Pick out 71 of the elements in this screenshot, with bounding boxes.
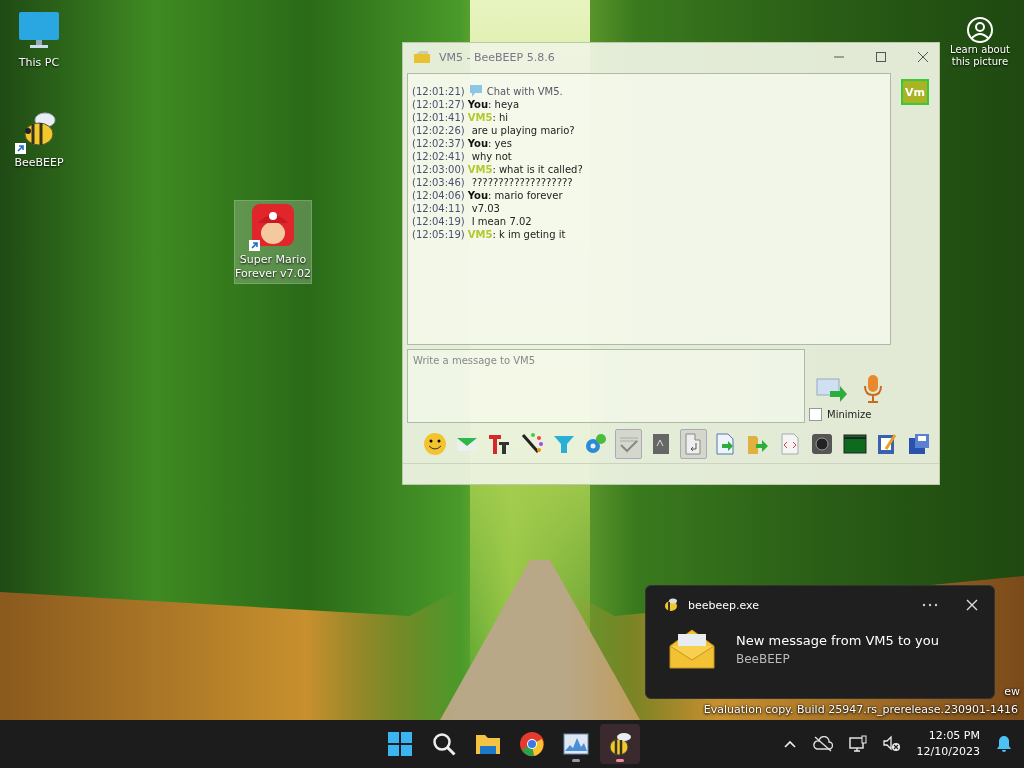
learn-about-picture-icon[interactable]: Learn about this picture	[944, 16, 1016, 68]
message-text: why not	[471, 150, 512, 163]
build-notice: ew	[1004, 685, 1020, 698]
bee-app-button[interactable]	[600, 724, 640, 764]
app-name: beebeep.exe	[688, 598, 760, 612]
notification-title: New message from VM5 to you	[736, 632, 939, 648]
app-icon	[607, 731, 633, 757]
message-text: are u playing mario?	[471, 124, 575, 137]
smiley-icon	[422, 432, 447, 456]
icon-label: This PC	[18, 56, 60, 70]
network-icon[interactable]	[848, 735, 867, 753]
message-time: (12:01:27)	[412, 98, 465, 111]
desktop-icon[interactable]: This PC	[1, 8, 77, 72]
bell-icon[interactable]	[996, 735, 1012, 753]
game-icon	[251, 203, 295, 247]
message-text: I mean 7.02	[471, 215, 532, 228]
speech-bubble-icon	[467, 84, 484, 98]
webcam-icon	[810, 432, 835, 456]
clock-date: 12/10/2023	[916, 744, 980, 760]
message-time: (12:04:06)	[412, 189, 465, 202]
message-time: (12:01:21)	[412, 84, 465, 98]
speaker-muted-icon[interactable]	[882, 735, 901, 753]
monitor-icon	[17, 10, 61, 50]
desktop-icon[interactable]: BeeBEEP	[1, 108, 77, 172]
app-icon	[563, 731, 589, 757]
microphone-icon[interactable]	[862, 374, 884, 404]
clock[interactable]: 12:05 PM 12/10/2023	[916, 728, 980, 760]
message-time: (12:03:46)	[412, 176, 465, 189]
screen-icon	[842, 432, 867, 456]
pencil-palette-icon	[519, 432, 544, 456]
bee-icon	[662, 598, 678, 612]
close-icon[interactable]	[917, 51, 929, 63]
message-text: Chat with VM5.	[486, 84, 563, 98]
app-icon	[431, 731, 457, 757]
notification-body: BeeBEEP	[736, 651, 791, 666]
chevron-up-icon[interactable]	[782, 739, 797, 749]
cloud-off-icon[interactable]	[812, 736, 833, 752]
window-title: VM5 - BeeBEEP 5.8.6	[439, 50, 555, 64]
font-icon	[487, 432, 512, 456]
icon-label: Super Mario Forever v7.02	[235, 253, 311, 281]
message-input[interactable]: Write a message to VM5	[407, 349, 805, 423]
message-time: (12:03:00)	[412, 163, 465, 176]
checkbox-label: Minimize	[827, 409, 872, 420]
message-time: (12:04:19)	[412, 215, 465, 228]
message-text: : what is it called?	[492, 163, 583, 176]
message-time: (12:04:11)	[412, 202, 465, 215]
floppy-disk-icon	[907, 432, 932, 456]
clock-time: 12:05 PM	[928, 728, 980, 744]
icon-label: BeeBEEP	[14, 156, 64, 170]
app-icon	[519, 731, 545, 757]
message-time: (12:05:19)	[412, 228, 465, 241]
minimize-checkbox[interactable]	[809, 408, 822, 421]
message-text: : yes	[488, 137, 512, 150]
message-text: : hi	[492, 111, 509, 124]
message-text: : mario forever	[488, 189, 563, 202]
notification-toast[interactable]: beebeep.exe New message from VM5 to you BeeBEEP	[645, 585, 995, 699]
message-text: : heya	[488, 98, 520, 111]
app-icon	[387, 731, 413, 757]
message-time: (12:02:37)	[412, 137, 465, 150]
message-text: : k im geting it	[492, 228, 566, 241]
maximize-icon[interactable]	[875, 51, 887, 63]
more-icon[interactable]	[922, 603, 938, 607]
message-time: (12:02:26)	[412, 124, 465, 137]
message-time: (12:02:41)	[412, 150, 465, 163]
icon-label: Learn about this picture	[949, 44, 1011, 68]
message-text: ???????????????????	[471, 176, 573, 189]
build-notice: Evaluation copy. Build 25947.rs_prerelease.230901-1416	[703, 703, 1018, 716]
desktop-icon[interactable]: Super Mario Forever v7.02	[235, 201, 311, 283]
message-text: v7.03	[471, 202, 500, 215]
open-envelope-icon	[668, 628, 716, 670]
message-time: (12:01:41)	[412, 111, 465, 124]
